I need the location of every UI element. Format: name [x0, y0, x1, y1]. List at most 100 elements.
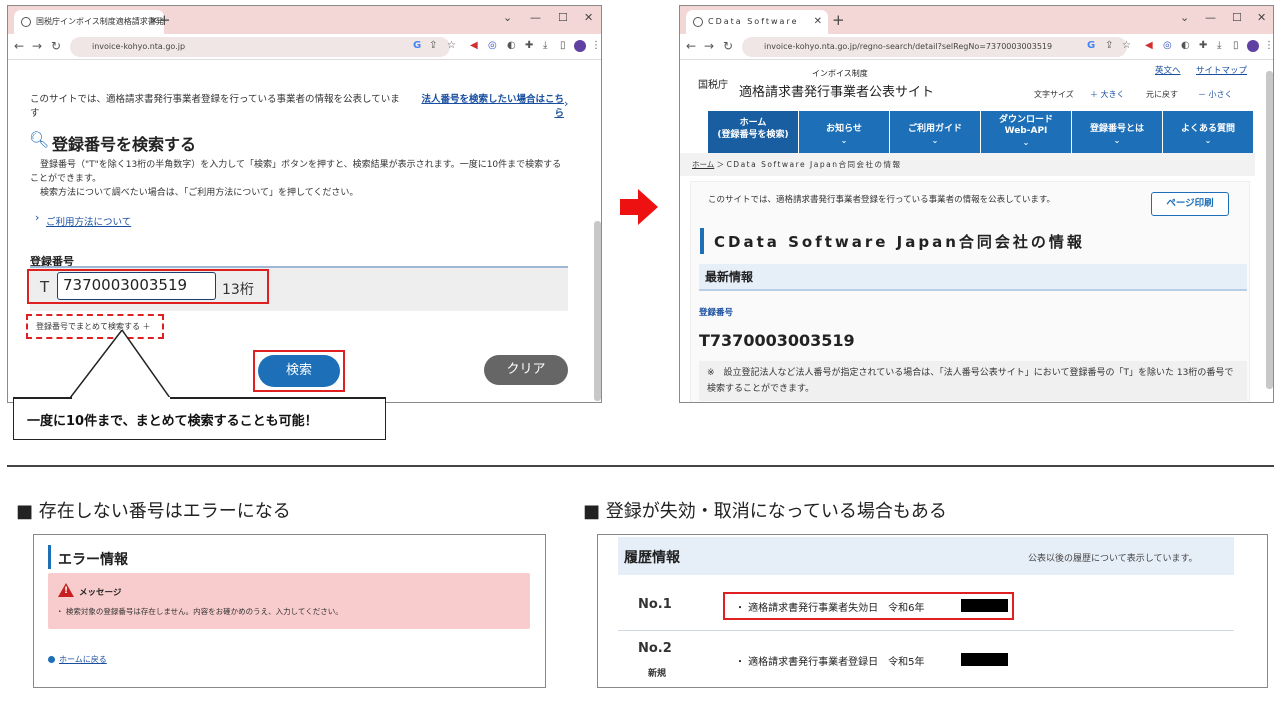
nav-download-label: ダウンロード Web-API — [998, 115, 1053, 136]
nav-guide[interactable]: ご利用ガイド ⌄ — [890, 111, 981, 153]
star-icon[interactable]: ☆ — [447, 40, 456, 51]
input-value: 7370003003519 — [63, 276, 188, 294]
chevron-right-icon: › — [564, 97, 569, 110]
chevron-down-icon[interactable]: ⌄ — [1180, 11, 1189, 24]
share-icon[interactable]: ⇪ — [1105, 40, 1113, 51]
search-button[interactable]: 検索 — [258, 355, 340, 387]
forward-icon[interactable]: → — [704, 39, 714, 53]
new-tab-icon[interactable]: + — [832, 11, 845, 29]
english-link[interactable]: 英文へ — [1155, 64, 1181, 76]
clear-button[interactable]: クリア — [484, 355, 568, 385]
star-icon[interactable]: ☆ — [1122, 40, 1131, 51]
corp-number-link[interactable]: 法人番号を検索したい場合はこちら — [419, 91, 564, 119]
breadcrumb: ホーム ＞ CData Software Japan合同会社の情報 — [680, 153, 1255, 176]
nav-about-number[interactable]: 登録番号とは ⌄ — [1072, 111, 1163, 153]
maximize-icon[interactable]: ☐ — [1232, 11, 1242, 24]
heading-accent — [700, 228, 704, 254]
extension-2-icon[interactable]: ◐ — [1181, 40, 1190, 51]
close-tab-icon[interactable]: ✕ — [814, 10, 822, 34]
sidepanel-icon[interactable]: ▯ — [1233, 40, 1239, 51]
warning-mark: ! — [63, 586, 69, 596]
scrollbar[interactable] — [594, 221, 601, 401]
nav-faq[interactable]: よくある質問 ⌄ — [1163, 111, 1253, 153]
megaphone-icon[interactable]: ◀ — [470, 40, 478, 51]
globe-icon — [21, 17, 31, 27]
section-divider — [7, 465, 1274, 467]
avatar[interactable] — [574, 40, 586, 52]
avatar[interactable] — [1247, 40, 1259, 52]
breadcrumb-separator: ＞ — [716, 160, 727, 169]
download-icon[interactable]: ⤓ — [1217, 40, 1221, 51]
globe-icon — [693, 17, 703, 27]
right-browser-window: CData Software ✕ + ⌄ — ☐ ✕ ← → ↻ invoice… — [679, 5, 1274, 403]
font-small-button[interactable]: － 小さく — [1198, 89, 1233, 100]
download-icon[interactable]: ⤓ — [543, 40, 547, 51]
maximize-icon[interactable]: ☐ — [558, 11, 568, 24]
nav-faq-label: よくある質問 — [1180, 124, 1235, 134]
digit-count: 13桁 — [222, 282, 254, 298]
close-window-icon[interactable]: ✕ — [1257, 11, 1266, 24]
chevron-down-icon[interactable]: ⌄ — [503, 11, 512, 24]
extension-2-icon[interactable]: ◐ — [507, 40, 516, 51]
nav-news[interactable]: お知らせ ⌄ — [799, 111, 890, 153]
kebab-menu-icon[interactable]: ⋮ — [591, 40, 601, 51]
sidepanel-icon[interactable]: ▯ — [560, 40, 566, 51]
tab-title: CData Software — [708, 17, 799, 26]
share-icon[interactable]: ⇪ — [429, 40, 437, 51]
url-field[interactable]: invoice-kohyo.nta.go.jp — [70, 37, 450, 57]
close-window-icon[interactable]: ✕ — [584, 11, 593, 24]
font-large-button[interactable]: ＋ 大きく — [1090, 89, 1125, 100]
main-nav: ホーム (登録番号を検索) お知らせ ⌄ ご利用ガイド ⌄ ダウンロード Web-A… — [708, 111, 1253, 153]
breadcrumb-home[interactable]: ホーム — [692, 160, 714, 169]
print-button[interactable]: ページ印刷 — [1151, 192, 1229, 216]
back-icon[interactable]: ← — [686, 39, 696, 53]
nav-guide-label: ご利用ガイド — [907, 124, 962, 134]
tab-bar: CData Software ✕ + ⌄ — ☐ ✕ — [680, 6, 1273, 34]
font-reset-button[interactable]: 元に戻す — [1146, 89, 1178, 100]
intro-text: このサイトでは、適格請求書発行事業者登録を行っている事業者の情報を公表しています… — [708, 195, 1055, 205]
chevron-right-icon: › — [35, 211, 40, 224]
minimize-icon[interactable]: — — [530, 11, 541, 24]
close-tab-icon[interactable]: ✕ — [150, 10, 158, 34]
browser-tab[interactable]: 国税庁インボイス制度適格請求書発 ✕ — [14, 10, 164, 34]
back-icon[interactable]: ← — [14, 39, 24, 53]
google-icon[interactable]: G — [413, 40, 421, 51]
browser-tab[interactable]: CData Software ✕ — [686, 10, 828, 34]
kebab-menu-icon[interactable]: ⋮ — [1264, 40, 1273, 51]
sitemap-link[interactable]: サイトマップ — [1196, 64, 1247, 76]
callout-top-left — [13, 397, 72, 399]
reload-icon[interactable]: ↻ — [51, 39, 61, 53]
search-description: 登録番号（"T"を除く13桁の半角数字）を入力して「検索」ボタンを押すと、検索結… — [30, 160, 562, 184]
extension-1-icon[interactable]: ◎ — [1163, 40, 1172, 51]
address-bar: ← → ↻ invoice-kohyo.nta.go.jp G ⇪ ☆ ◀ ◎ … — [8, 34, 601, 60]
reload-icon[interactable]: ↻ — [723, 39, 733, 53]
home-link[interactable]: ホームに戻る — [59, 654, 107, 665]
chevron-down-icon: ⌄ — [840, 136, 848, 145]
registration-note: ※ 設立登記法人など法人番号が指定されている場合は、「法人番号公表サイト」におい… — [699, 361, 1247, 401]
callout-pointer — [70, 330, 172, 400]
new-tab-icon[interactable]: + — [158, 11, 171, 29]
minimize-icon[interactable]: — — [1205, 11, 1216, 24]
usage-link[interactable]: ご利用方法について — [46, 214, 131, 228]
extension-1-icon[interactable]: ◎ — [488, 40, 497, 51]
history-heading: 履歴情報 — [624, 550, 680, 566]
row-text: ・ 適格請求書発行事業者失効日 令和6年 — [735, 603, 925, 614]
forward-icon[interactable]: → — [32, 39, 42, 53]
tab-title: 国税庁インボイス制度適格請求書発 — [36, 17, 164, 26]
nav-download[interactable]: ダウンロード Web-API ⌄ — [981, 111, 1072, 153]
google-icon[interactable]: G — [1087, 40, 1095, 51]
puzzle-icon[interactable]: ✚ — [525, 40, 533, 51]
registration-number-input[interactable]: 7370003003519 — [57, 272, 216, 300]
company-heading: CData Software Japan合同会社の情報 — [714, 233, 1085, 251]
scrollbar[interactable] — [1266, 71, 1273, 389]
error-message-box — [48, 573, 530, 629]
megaphone-icon[interactable]: ◀ — [1145, 40, 1153, 51]
chevron-down-icon: ⌄ — [1022, 138, 1030, 147]
nav-home[interactable]: ホーム (登録番号を検索) — [708, 111, 799, 153]
page-body: 国税庁 インボイス制度 適格請求書発行事業者公表サイト 英文へ サイトマップ 文… — [680, 61, 1273, 402]
url-field[interactable]: invoice-kohyo.nta.go.jp/regno-search/det… — [742, 37, 1127, 57]
history-panel: 履歴情報 公表以後の履歴について表示しています。 No.1 ・ 適格請求書発行事… — [597, 534, 1268, 688]
puzzle-icon[interactable]: ✚ — [1199, 40, 1207, 51]
error-heading: エラー情報 — [58, 552, 128, 568]
search-icon: 🔍︎ — [29, 130, 50, 149]
